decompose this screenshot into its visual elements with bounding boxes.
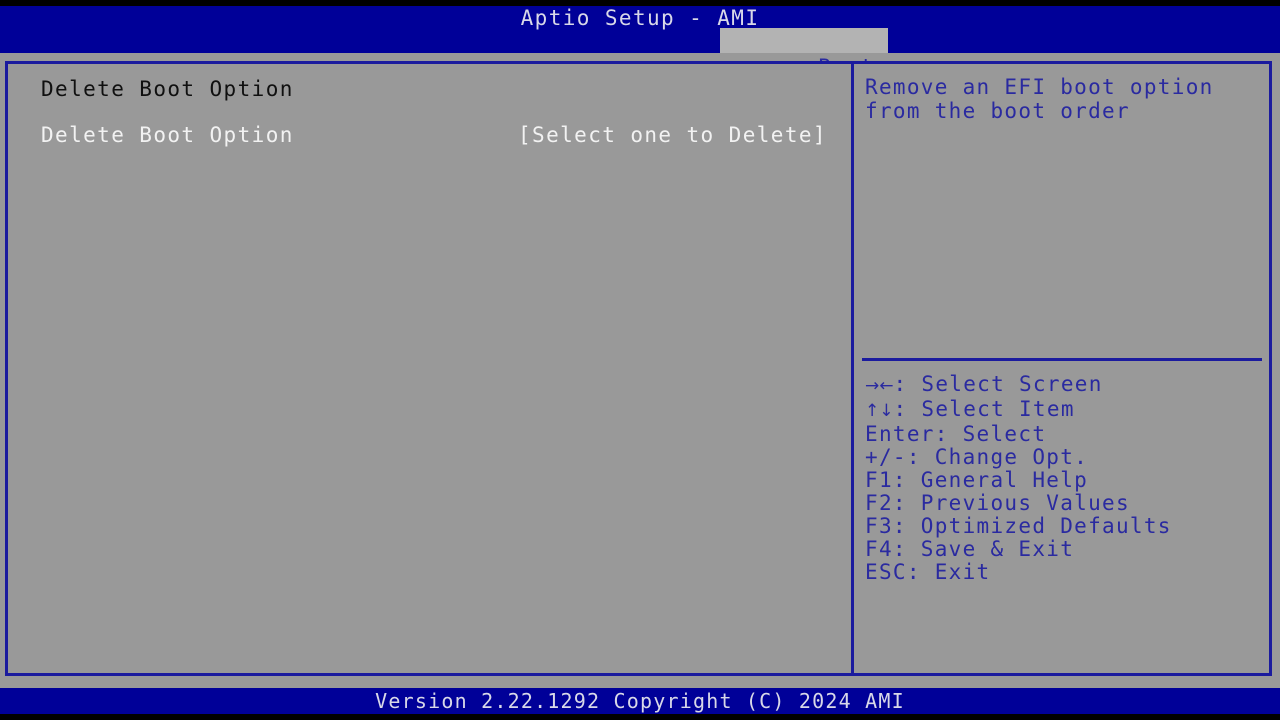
legend-item-select-item: ↑↓: Select Item	[865, 398, 1265, 423]
bios-setup-screen: Aptio Setup - AMI Boot Delete Boot Optio…	[0, 0, 1280, 720]
menu-tab-row: Boot	[0, 28, 1280, 53]
bottom-black-strip	[0, 714, 1280, 720]
legend-item-select-item-label: : Select Item	[894, 397, 1075, 421]
legend-item-previous-values: F2: Previous Values	[865, 492, 1265, 515]
page-title: Delete Boot Option	[41, 76, 294, 102]
arrow-up-down-icon: ↑↓	[865, 401, 894, 421]
version-text: Version 2.22.1292 Copyright (C) 2024 AMI	[0, 690, 1280, 713]
arrow-left-right-icon: →←	[865, 376, 894, 396]
legend-item-save-and-exit: F4: Save & Exit	[865, 538, 1265, 561]
legend-item-select-screen-label: : Select Screen	[894, 372, 1103, 396]
legend-item-select-screen: →←: Select Screen	[865, 373, 1265, 398]
setting-row-delete-boot-option[interactable]: Delete Boot Option [Select one to Delete…	[8, 122, 851, 148]
legend-item-change-opt: +/-: Change Opt.	[865, 446, 1265, 469]
help-panel: Remove an EFI boot option from the boot …	[854, 64, 1269, 673]
setting-value[interactable]: [Select one to Delete]	[518, 122, 827, 148]
legend-item-optimized-defaults: F3: Optimized Defaults	[865, 515, 1265, 538]
help-separator	[862, 358, 1262, 361]
settings-panel: Delete Boot Option Delete Boot Option [S…	[8, 64, 851, 673]
legend-item-enter: Enter: Select	[865, 423, 1265, 446]
help-description: Remove an EFI boot option from the boot …	[865, 76, 1259, 123]
tab-boot[interactable]: Boot	[720, 28, 888, 53]
legend-item-general-help: F1: General Help	[865, 469, 1265, 492]
key-legend: →←: Select Screen ↑↓: Select Item Enter:…	[865, 373, 1265, 584]
setting-label: Delete Boot Option	[41, 122, 294, 148]
content-frame: Delete Boot Option Delete Boot Option [S…	[5, 61, 1272, 676]
app-title: Aptio Setup - AMI	[0, 6, 1280, 30]
legend-item-exit: ESC: Exit	[865, 561, 1265, 584]
